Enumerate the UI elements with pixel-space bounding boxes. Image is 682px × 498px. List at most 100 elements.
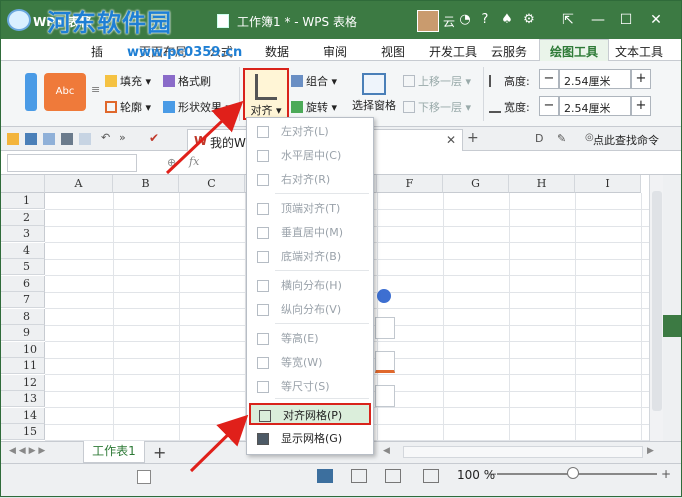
fill-bucket-icon[interactable] <box>375 351 395 373</box>
row-header-15[interactable]: 15 <box>1 424 45 440</box>
maximize-button[interactable]: ☐ <box>615 9 637 31</box>
menu-item-align-bottom[interactable]: 底端对齐(B) <box>249 246 371 268</box>
zoom-in-button[interactable]: + <box>661 467 671 481</box>
tab-developer[interactable]: 开发工具 <box>429 43 477 60</box>
menu-item-distribute-horizontal[interactable]: 横向分布(H) <box>249 275 371 297</box>
row-header-9[interactable]: 9 <box>1 325 45 341</box>
menu-item-align-center-horizontal[interactable]: 水平居中(C) <box>249 145 371 167</box>
row-header-6[interactable]: 6 <box>1 275 45 292</box>
group-button[interactable]: 组合 ▾ <box>291 73 337 89</box>
horizontal-scrollbar[interactable] <box>403 446 643 458</box>
sheet-nav-icon[interactable]: ◀ ◀ ▶ ▶ <box>9 446 45 456</box>
shape-style-swatch[interactable] <box>25 73 37 111</box>
save-icon[interactable] <box>25 133 37 145</box>
preview-icon[interactable] <box>79 133 91 145</box>
open-icon[interactable] <box>7 133 19 145</box>
height-decrease-button[interactable]: − <box>539 69 559 89</box>
menu-item-same-height[interactable]: 等高(E) <box>249 328 371 350</box>
width-input[interactable]: 2.54厘米 <box>559 96 631 116</box>
find-command-box[interactable]: 点此查找命令 <box>593 132 659 148</box>
select-all-corner[interactable] <box>1 175 45 193</box>
clock-icon[interactable]: ◔ <box>457 12 473 27</box>
tab-drawing-tools[interactable]: 绘图工具 <box>539 39 610 61</box>
save-as-icon[interactable] <box>43 133 55 145</box>
shape-effect-button[interactable]: 形状效果 ▾ <box>163 99 231 115</box>
name-box[interactable] <box>7 154 137 172</box>
page-break-view-icon[interactable] <box>385 469 401 483</box>
format-brush-button[interactable]: 格式刷 <box>163 73 211 89</box>
minimize-button[interactable]: — <box>587 9 609 31</box>
outline-button[interactable]: 轮廓 ▾ <box>105 99 151 115</box>
close-tab-icon[interactable]: ✕ <box>446 133 456 147</box>
column-header-f[interactable]: F <box>377 175 443 193</box>
column-header-a[interactable]: A <box>45 175 113 193</box>
row-header-13[interactable]: 13 <box>1 391 45 407</box>
new-tab-icon[interactable]: + <box>467 130 479 146</box>
tab-view[interactable]: 视图 <box>381 43 405 60</box>
hscroll-left-icon[interactable]: ◀ <box>383 446 390 456</box>
fx-label[interactable]: fx <box>189 155 199 168</box>
tab-text-tools[interactable]: 文本工具 <box>615 43 663 60</box>
vertical-scroll-thumb[interactable] <box>652 191 662 411</box>
row-header-4[interactable]: 4 <box>1 242 45 259</box>
collapse-icon[interactable] <box>377 289 391 303</box>
column-header-c[interactable]: C <box>179 175 245 193</box>
hscroll-right-icon[interactable]: ▶ <box>647 446 654 456</box>
send-backward-button[interactable]: 下移一层 ▾ <box>403 99 471 115</box>
column-header-i[interactable]: I <box>575 175 641 193</box>
column-header-g[interactable]: G <box>443 175 509 193</box>
align-button[interactable]: 对齐 ▾ <box>243 68 289 120</box>
normal-view-icon[interactable] <box>317 469 333 483</box>
menu-item-align-middle[interactable]: 垂直居中(M) <box>249 222 371 244</box>
add-sheet-button[interactable]: + <box>153 443 166 462</box>
row-header-12[interactable]: 12 <box>1 374 45 391</box>
close-button[interactable]: ✕ <box>645 9 667 31</box>
tab-data[interactable]: 数据 <box>265 43 289 60</box>
restore-view-icon[interactable]: ⇱ <box>557 9 579 31</box>
skin-icon[interactable]: ♠ <box>499 12 515 27</box>
height-input[interactable]: 2.54厘米 <box>559 69 631 89</box>
pin-icon[interactable]: ✔ <box>149 131 161 145</box>
menu-item-same-width[interactable]: 等宽(W) <box>249 352 371 374</box>
vertical-scrollbar[interactable] <box>649 175 663 441</box>
row-header-2[interactable]: 2 <box>1 209 45 226</box>
column-header-b[interactable]: B <box>113 175 179 193</box>
width-decrease-button[interactable]: − <box>539 96 559 116</box>
menu-item-align-right[interactable]: 右对齐(R) <box>249 169 371 191</box>
tab-cloud[interactable]: 云服务 <box>491 43 527 60</box>
toolbar-skin-icon[interactable]: ✎ <box>557 132 566 145</box>
macro-icon[interactable] <box>137 470 151 484</box>
tab-review[interactable]: 审阅 <box>323 43 347 60</box>
width-increase-button[interactable]: + <box>631 96 651 116</box>
height-increase-button[interactable]: + <box>631 69 651 89</box>
print-icon[interactable] <box>61 133 73 145</box>
zoom-out-button[interactable]: − <box>487 467 497 481</box>
menu-item-align-left[interactable]: 左对齐(L) <box>249 121 371 143</box>
zoom-slider-knob[interactable] <box>567 467 579 479</box>
menu-item-show-grid[interactable]: 显示网格(G) <box>249 428 371 450</box>
redo-icon[interactable]: » <box>119 131 131 144</box>
row-header-10[interactable]: 10 <box>1 341 45 358</box>
undo-icon[interactable]: ↶ <box>101 131 113 144</box>
row-header-8[interactable]: 8 <box>1 308 45 325</box>
avatar[interactable] <box>417 10 439 32</box>
fill-button[interactable]: 填充 ▾ <box>105 73 151 89</box>
toolbar-d-icon[interactable]: D <box>535 132 543 145</box>
bring-forward-button[interactable]: 上移一层 ▾ <box>403 73 471 89</box>
settings-icon[interactable]: ⚙ <box>521 12 537 27</box>
row-header-14[interactable]: 14 <box>1 407 45 424</box>
style-more-icon[interactable]: ≡ <box>91 83 100 96</box>
cloud-label[interactable]: 云 <box>443 13 455 30</box>
row-header-7[interactable]: 7 <box>1 292 45 308</box>
menu-item-same-size[interactable]: 等尺寸(S) <box>249 376 371 398</box>
wps-logo-icon[interactable] <box>7 9 31 31</box>
row-header-1[interactable]: 1 <box>1 193 45 209</box>
column-header-h[interactable]: H <box>509 175 575 193</box>
menu-item-distribute-vertical[interactable]: 纵向分布(V) <box>249 299 371 321</box>
sheet-tab-1[interactable]: 工作表1 <box>83 441 145 463</box>
shape-style-abc[interactable]: Abc <box>44 73 86 111</box>
shape-edit-icon[interactable] <box>375 317 395 339</box>
row-header-11[interactable]: 11 <box>1 358 45 374</box>
reading-mode-icon[interactable] <box>423 469 439 483</box>
line-style-icon[interactable] <box>375 385 395 407</box>
